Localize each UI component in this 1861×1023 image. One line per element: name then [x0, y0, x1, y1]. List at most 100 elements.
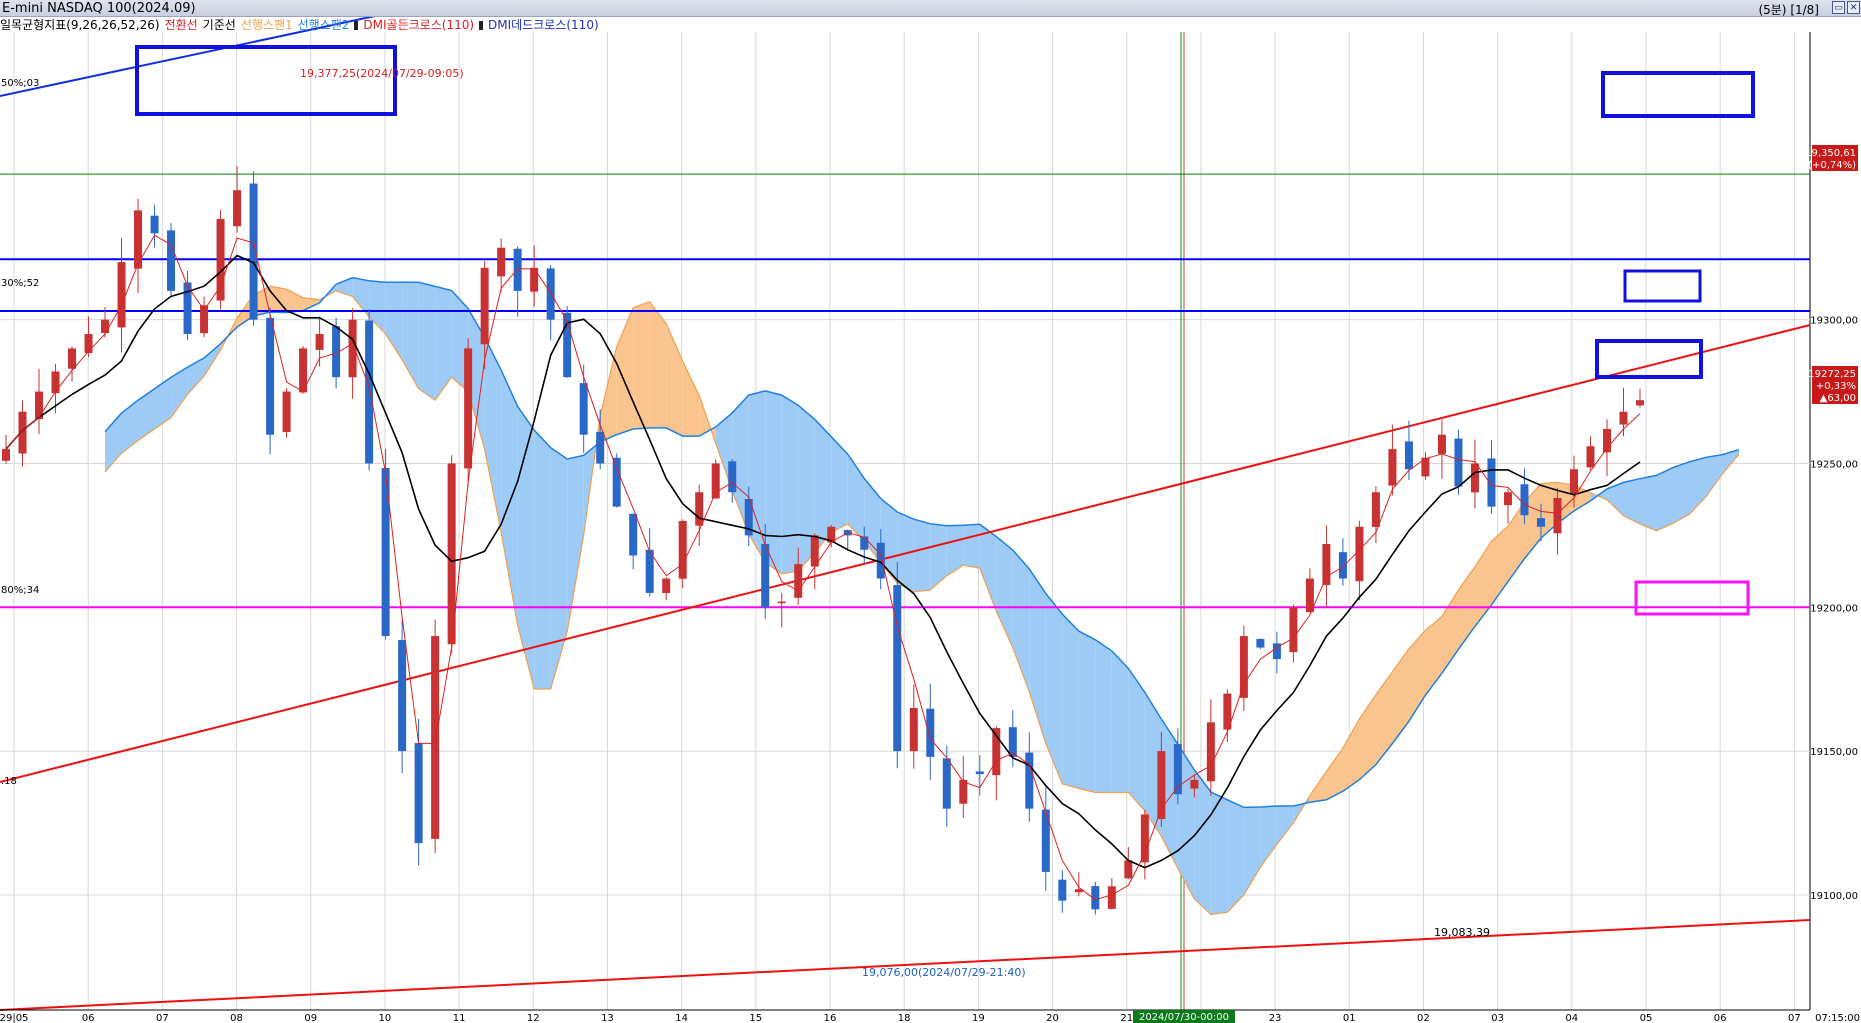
candle-body — [1553, 497, 1562, 534]
cloud-segment — [1342, 718, 1360, 792]
cloud-segment — [1078, 631, 1096, 793]
candle-body — [1586, 446, 1595, 468]
candle-body — [777, 601, 786, 604]
cloud-segment — [930, 523, 947, 591]
interval-indicator[interactable]: (5분) [1/8] — [1758, 1, 1819, 18]
candle-body — [728, 461, 737, 493]
cloud-segment — [550, 447, 568, 689]
candle-body — [1536, 518, 1545, 527]
cloud-segment — [1111, 650, 1129, 793]
candle-body — [282, 391, 291, 433]
left-label-1: 50%;03 — [1, 78, 39, 89]
candle-body — [1619, 411, 1628, 425]
cloud-segment — [286, 289, 304, 313]
candle-body — [579, 383, 588, 435]
candle-body — [1124, 860, 1133, 879]
candle-body — [1388, 449, 1397, 486]
candle-body — [1190, 779, 1199, 789]
candle-body — [893, 585, 902, 752]
candle-body — [101, 319, 110, 333]
cloud-segment — [1062, 614, 1079, 789]
cloud-segment — [171, 367, 188, 418]
x-tick-label: 06 — [82, 1013, 95, 1023]
close-icon[interactable]: ✕ — [1847, 1, 1860, 14]
candle-body — [431, 636, 440, 839]
candle-body — [1520, 484, 1529, 516]
candle-body — [926, 708, 935, 757]
price-chart[interactable]: 19100,00 19150,00 19200,00 19250,00 19300,00… — [0, 0, 1861, 1023]
candle-body — [1206, 722, 1215, 782]
left-label-2: 30%;52 — [1, 278, 39, 289]
x-tick-label: 14 — [675, 1013, 688, 1023]
x-tick-label: 13 — [601, 1013, 614, 1023]
candle-body — [1355, 526, 1364, 582]
cloud-segment — [781, 395, 799, 574]
x-tick-label: 02 — [1417, 1013, 1430, 1023]
y-tick-label: 19300,00 — [1810, 316, 1858, 327]
y-tick-label: 19250,00 — [1810, 459, 1858, 470]
level-price: 19,350,61 — [1805, 148, 1856, 159]
conversion-line — [5, 234, 1641, 901]
cloud-segment — [682, 361, 700, 437]
cloud-segment — [435, 286, 452, 401]
candle-body — [662, 578, 671, 594]
cloud-segment — [1095, 639, 1112, 793]
candle-body — [1008, 727, 1017, 757]
cloud-segment — [1640, 475, 1657, 531]
x-tick-label: 05 — [1640, 1013, 1653, 1023]
candle-body — [249, 183, 258, 320]
cloud-segment — [633, 301, 650, 429]
cloud-segment — [1227, 799, 1244, 913]
cloud-segment — [154, 377, 172, 429]
candle-body — [1503, 492, 1512, 506]
candle-body — [266, 317, 275, 435]
legend-indicator-name: 일목균형지표(9,26,26,52,26) — [0, 18, 160, 32]
candle-body — [1058, 879, 1067, 901]
candle-body — [1256, 638, 1265, 648]
x-tick-label: 01 — [1343, 1013, 1356, 1023]
candle-body — [1569, 469, 1578, 494]
cloud-segment — [138, 388, 155, 441]
legend-item-span1: 선행스팬1 — [240, 18, 293, 32]
window-title: E-mini NASDAQ 100(2024.09) — [2, 1, 196, 16]
high-label: 19,377,25(2024/07/29-09:05) — [300, 67, 464, 80]
candle-body — [414, 743, 423, 844]
candle-body — [365, 320, 374, 464]
candle-body — [497, 247, 506, 277]
x-tick-label: 19 — [972, 1013, 985, 1023]
candle-body — [51, 371, 60, 394]
x-tick-label: 06 — [1714, 1013, 1727, 1023]
interval-label: (5분) — [1758, 3, 1787, 17]
candle-body — [959, 779, 968, 804]
box-top-right — [1601, 71, 1755, 118]
restore-icon[interactable]: ▭ — [1832, 1, 1845, 14]
x-tick-label: 09 — [304, 1013, 317, 1023]
candle-body — [1140, 814, 1149, 863]
y-tick-label: 19100,00 — [1810, 891, 1858, 902]
box-top-left — [135, 45, 397, 116]
candle-body — [629, 513, 638, 556]
cloud-segment — [121, 400, 139, 454]
candle-body — [381, 468, 390, 637]
candle-body — [464, 348, 473, 469]
level-price-tag: 19,350,61 (+0,74%) — [1805, 145, 1858, 171]
current-pct: +0,33% — [1816, 381, 1856, 392]
cloud-segment — [996, 536, 1013, 648]
x-tick-label: 15 — [749, 1013, 762, 1023]
indicator-lines — [5, 234, 1641, 901]
cloud-segment — [1194, 770, 1211, 915]
candle-body — [794, 564, 803, 598]
left-label-3: 80%;34 — [1, 585, 39, 596]
candle-body — [1437, 434, 1446, 454]
candle-body — [348, 319, 357, 378]
cloud-segment — [1392, 648, 1409, 744]
cloud-segment — [1260, 805, 1277, 868]
candle-body — [84, 334, 93, 353]
base-line — [5, 254, 1641, 869]
candle-body — [117, 262, 126, 328]
candle-body — [530, 267, 539, 292]
cloud-segment — [979, 524, 997, 612]
box-current-price — [1595, 339, 1703, 379]
legend-item-dmi-golden: DMI골든크로스(110) — [363, 18, 475, 32]
box-magenta — [1634, 580, 1750, 616]
